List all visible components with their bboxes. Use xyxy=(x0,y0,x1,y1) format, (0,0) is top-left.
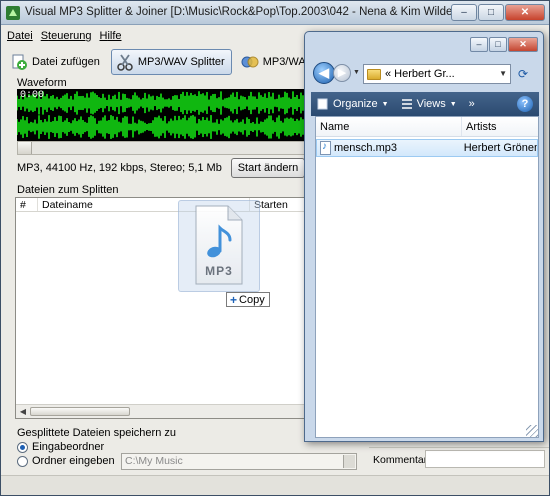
mp3-document-icon xyxy=(195,205,243,285)
list-scroll-thumb[interactable] xyxy=(30,407,130,416)
save-to-label: Gesplittete Dateien speichern zu xyxy=(17,427,176,439)
views-icon xyxy=(401,99,412,109)
explorer-close-button[interactable]: ✕ xyxy=(508,37,538,52)
copy-plus-icon: + xyxy=(230,292,238,307)
file-name: mensch.mp3 xyxy=(334,142,397,154)
waveform-graph xyxy=(17,91,308,139)
folder-icon xyxy=(367,68,381,80)
splitter-button[interactable]: MP3/WAV Splitter xyxy=(110,49,232,75)
split-files-label: Dateien zum Splitten xyxy=(17,184,119,196)
output-path-value: C:\My Music xyxy=(125,455,183,467)
close-button[interactable]: ✕ xyxy=(505,4,545,21)
comment-field[interactable] xyxy=(425,450,545,468)
radio-source-label: Eingabeordner xyxy=(32,441,105,453)
copy-tooltip: + Copy xyxy=(226,292,270,307)
output-path-field[interactable]: C:\My Music xyxy=(121,453,357,470)
explorer-file-list[interactable]: Name Artists mensch.mp3 Herbert Grönemey… xyxy=(315,116,539,438)
menu-steuerung[interactable]: Steuerung xyxy=(41,27,92,45)
scroll-left-icon[interactable]: ◀ xyxy=(17,406,29,417)
radio-custom-folder[interactable]: Ordner eingeben xyxy=(17,455,115,467)
refresh-icon[interactable]: ⟳ xyxy=(514,65,532,83)
add-file-button[interactable]: Datei zufügen xyxy=(5,49,107,75)
explorer-minimize-button[interactable]: – xyxy=(470,37,488,52)
split-files-list[interactable]: # Dateiname Starten ◀ xyxy=(15,197,311,419)
list-horizontal-scrollbar[interactable]: ◀ xyxy=(16,404,310,418)
column-number[interactable]: # xyxy=(16,198,38,211)
title-bar[interactable]: Visual MP3 Splitter & Joiner [D:\Music\R… xyxy=(1,1,549,25)
maximize-button[interactable]: □ xyxy=(478,4,504,21)
column-name[interactable]: Name xyxy=(316,117,462,136)
copy-tooltip-label: Copy xyxy=(239,293,265,306)
waveform-label: Waveform xyxy=(17,77,67,89)
forward-icon[interactable]: ▶ xyxy=(333,64,351,82)
explorer-maximize-button[interactable]: □ xyxy=(489,37,507,52)
organize-dropdown-icon: ▼ xyxy=(381,100,389,108)
drag-ghost: MP3 xyxy=(178,200,260,292)
waveform-scroll-thumb[interactable] xyxy=(18,142,32,154)
menu-hilfe[interactable]: Hilfe xyxy=(99,27,121,45)
organize-button[interactable]: Organize ▼ xyxy=(311,98,395,110)
organize-label: Organize xyxy=(333,98,378,110)
comment-label: Kommentar xyxy=(373,454,428,466)
address-path: « Herbert Gr... xyxy=(385,68,455,80)
mp3-file-icon xyxy=(320,141,331,155)
radio-custom-label: Ordner eingeben xyxy=(32,455,115,467)
help-icon[interactable]: ? xyxy=(517,96,533,112)
explorer-window: – □ ✕ ◀ ▶ ▼ « Herbert Gr... ▼ ⟳ Organize… xyxy=(304,31,544,442)
file-row[interactable]: mensch.mp3 Herbert Grönemeyer xyxy=(316,139,538,157)
radio-source-folder[interactable]: Eingabeordner xyxy=(17,441,104,453)
more-commands-button[interactable]: » xyxy=(463,98,481,110)
list-header: # Dateiname Starten xyxy=(16,198,310,212)
add-file-label: Datei zufügen xyxy=(32,56,100,68)
add-file-icon xyxy=(12,54,27,70)
views-dropdown-icon: ▼ xyxy=(449,100,457,108)
scissors-icon xyxy=(117,54,133,71)
history-dropdown-icon[interactable]: ▼ xyxy=(353,69,360,76)
mp3-icon-label: MP3 xyxy=(205,264,233,278)
splitter-label: MP3/WAV Splitter xyxy=(137,56,225,68)
radio-source-indicator[interactable] xyxy=(17,441,28,453)
window-title: Visual MP3 Splitter & Joiner [D:\Music\R… xyxy=(25,6,475,18)
app-icon xyxy=(6,6,20,20)
waveform-scrollbar[interactable] xyxy=(17,141,309,155)
explorer-command-bar: Organize ▼ Views ▼ » ? xyxy=(311,92,539,116)
joiner-icon xyxy=(241,56,259,68)
views-label: Views xyxy=(416,98,446,110)
file-artist: Herbert Grönemeyer xyxy=(463,142,537,154)
resize-grip-icon[interactable] xyxy=(526,425,538,437)
waveform-display[interactable]: 0:00 xyxy=(17,89,309,141)
back-icon[interactable]: ◀ xyxy=(313,62,335,84)
menu-bar: Datei Steuerung Hilfe xyxy=(1,27,122,45)
views-button[interactable]: Views ▼ xyxy=(395,98,463,110)
explorer-navigation: ◀ ▶ ▼ « Herbert Gr... ▼ ⟳ xyxy=(311,60,539,88)
waveform-time: 0:00 xyxy=(20,90,45,101)
file-info: MP3, 44100 Hz, 192 kbps, Stereo; 5,1 Mb xyxy=(17,162,222,174)
menu-datei[interactable]: Datei xyxy=(7,27,33,45)
explorer-list-header: Name Artists xyxy=(316,117,538,137)
start-change-button[interactable]: Start ändern xyxy=(231,158,305,178)
minimize-button[interactable]: – xyxy=(451,4,477,21)
address-dropdown-icon[interactable]: ▼ xyxy=(499,69,507,78)
column-artists[interactable]: Artists xyxy=(462,117,538,136)
browse-folder-button[interactable] xyxy=(343,455,355,468)
comment-area: Kommentar xyxy=(369,447,549,471)
status-bar xyxy=(1,475,549,495)
radio-custom-indicator[interactable] xyxy=(17,455,28,467)
address-bar[interactable]: « Herbert Gr... ▼ xyxy=(363,64,511,84)
organize-icon xyxy=(317,98,328,110)
